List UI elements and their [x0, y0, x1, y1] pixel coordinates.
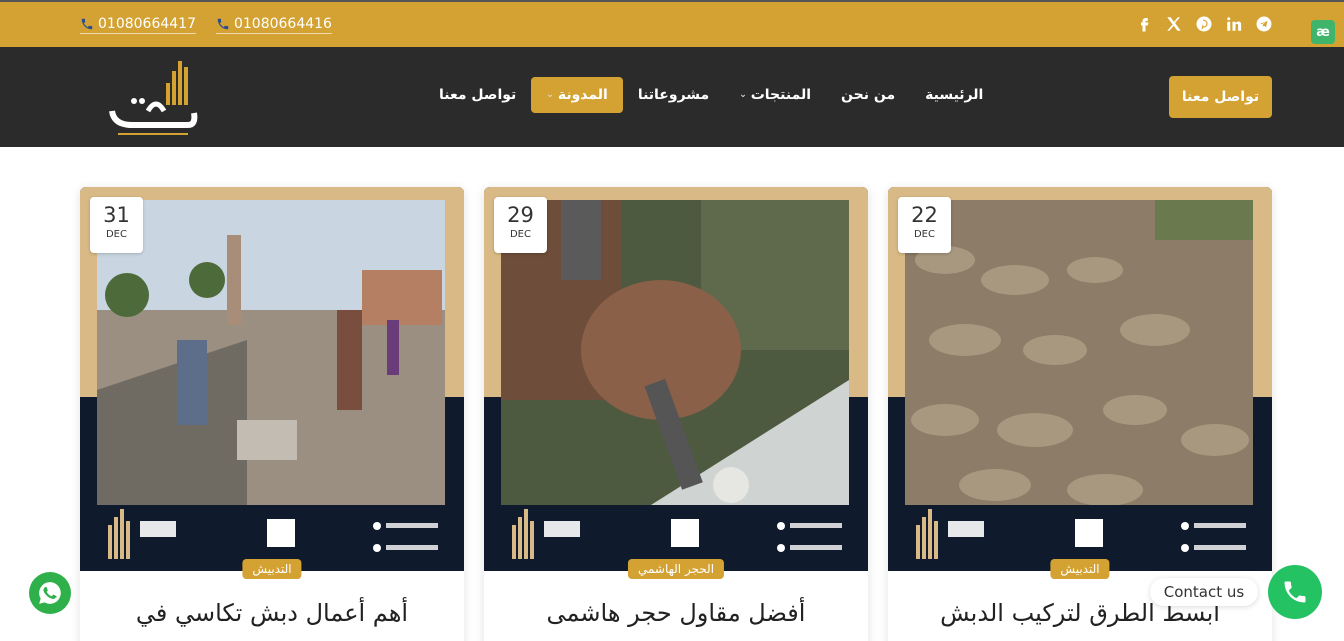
phone-icon — [81, 18, 93, 30]
chevron-down-icon: ⌄ — [546, 90, 554, 100]
phone-number: 01080664417 — [98, 16, 196, 32]
menu-label: من نحن — [841, 87, 896, 103]
site-logo[interactable] — [104, 53, 204, 143]
phone-link-2[interactable]: 01080664416 — [215, 16, 332, 34]
phone-call-icon[interactable] — [1268, 565, 1322, 619]
menu-label: تواصل معنا — [439, 87, 517, 103]
category-badge[interactable]: التدبيش — [242, 559, 302, 579]
main-navbar: الرئيسية من نحن المنتجات ⌄ مشروعاتنا المد… — [0, 47, 1344, 147]
menu-label: المدونة — [557, 87, 608, 103]
chevron-down-icon: ⌄ — [739, 90, 747, 100]
menu-item-products[interactable]: المنتجات ⌄ — [724, 77, 826, 113]
category-badge[interactable]: التدبيش — [1050, 559, 1110, 579]
top-bar: 01080664417 01080664416 æ — [0, 0, 1344, 47]
facebook-icon[interactable] — [1134, 14, 1154, 34]
menu-item-projects[interactable]: مشروعاتنا — [623, 77, 724, 113]
date-badge: 29 DEC — [494, 197, 547, 253]
date-month: DEC — [913, 229, 935, 240]
menu-item-contact[interactable]: تواصل معنا — [424, 77, 531, 113]
ae-badge-icon[interactable]: æ — [1311, 20, 1335, 44]
linkedin-icon[interactable] — [1224, 14, 1244, 34]
contact-cta-button[interactable]: تواصل معنا — [1169, 76, 1272, 118]
date-day: 29 — [507, 203, 534, 227]
phone-icon — [217, 18, 229, 30]
menu-label: الرئيسية — [925, 87, 984, 103]
date-badge: 22 DEC — [898, 197, 951, 253]
menu-item-home[interactable]: الرئيسية — [910, 77, 998, 113]
phone-link-1[interactable]: 01080664417 — [80, 16, 196, 34]
blog-card[interactable]: 29 DEC الحجر الهاشمي أفضل مقاول حجر هاشم… — [484, 187, 868, 641]
menu-item-blog[interactable]: المدونة ⌄ — [531, 77, 623, 113]
contact-us-label[interactable]: Contact us — [1150, 578, 1258, 606]
card-title[interactable]: أفضل مقاول حجر هاشمى — [504, 595, 848, 631]
date-day: 22 — [911, 203, 938, 227]
date-month: DEC — [509, 229, 531, 240]
pinterest-icon[interactable] — [1194, 14, 1214, 34]
blog-card[interactable]: 31 DEC التدبيش أهم أعمال دبش تكاسي في — [80, 187, 464, 641]
date-month: DEC — [105, 229, 127, 240]
whatsapp-icon[interactable] — [29, 572, 71, 614]
category-badge[interactable]: الحجر الهاشمي — [627, 559, 725, 579]
card-title[interactable]: أهم أعمال دبش تكاسي في — [100, 595, 444, 631]
x-icon[interactable] — [1164, 14, 1184, 34]
date-badge: 31 DEC — [90, 197, 143, 253]
phone-list: 01080664417 01080664416 — [80, 16, 332, 34]
blog-card[interactable]: 22 DEC التدبيش ابسط الطرق لتركيب الدبش — [888, 187, 1272, 641]
phone-number: 01080664416 — [233, 16, 332, 32]
menu-item-about[interactable]: من نحن — [826, 77, 910, 113]
social-links — [1134, 14, 1274, 34]
menu-label: مشروعاتنا — [637, 87, 710, 103]
date-day: 31 — [103, 203, 130, 227]
menu-label: المنتجات — [750, 87, 812, 103]
main-menu: الرئيسية من نحن المنتجات ⌄ مشروعاتنا المد… — [424, 77, 998, 113]
telegram-icon[interactable] — [1254, 14, 1274, 34]
